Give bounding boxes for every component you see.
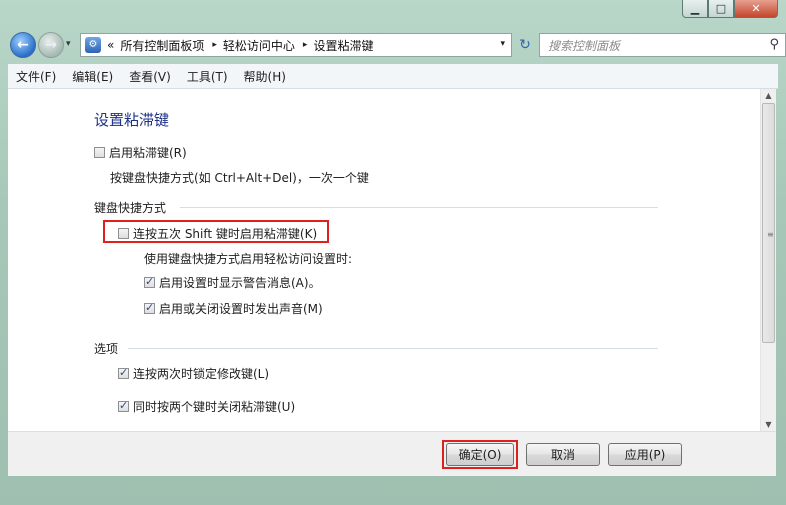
breadcrumb-separator-icon[interactable]: ▸ [212,40,217,50]
navigation-bar: ← → ▾ ⚙ « 所有控制面板项 ▸ 轻松访问中心 ▸ 设置粘滞键 ▾ ↻ ⚲ [8,30,786,60]
window-frame: ▁ □ ✕ ← → ▾ ⚙ « 所有控制面板项 ▸ 轻松访问中心 ▸ 设置粘滞键… [0,0,786,505]
show-warning-option[interactable]: 启用设置时显示警告消息(A)。 [144,274,321,291]
section-divider [128,348,658,349]
two-keys-label: 同时按两个键时关闭粘滞键(U) [133,400,296,414]
make-sound-checkbox[interactable] [144,301,155,314]
sticky-keys-description: 按键盘快捷方式(如 Ctrl+Alt+Del)，一次一个键 [110,171,369,185]
menu-edit[interactable]: 编辑(E) [72,68,113,85]
shortcut-settings-caption: 使用键盘快捷方式启用轻松访问设置时: [144,252,353,266]
make-sound-label: 启用或关闭设置时发出声音(M) [159,302,323,316]
menu-bar: 文件(F) 编辑(E) 查看(V) 工具(T) 帮助(H) [8,64,778,89]
search-icon[interactable]: ⚲ [769,37,779,52]
shift5-checkbox[interactable] [118,228,129,239]
address-dropdown-icon[interactable]: ▾ [500,39,505,49]
minimize-button[interactable]: ▁ [682,0,708,18]
control-panel-icon: ⚙ [85,37,101,53]
forward-arrow-icon: → [45,37,57,53]
show-warning-label: 启用设置时显示警告消息(A)。 [159,276,321,290]
maximize-button[interactable]: □ [708,0,734,18]
forward-button[interactable]: → [38,32,64,58]
search-input[interactable] [546,35,750,57]
ok-button[interactable]: 确定(O) [446,443,514,466]
scroll-up-icon[interactable]: ▲ [761,91,776,100]
shift5-option[interactable]: 连按五次 Shift 键时启用粘滞键(K) [118,225,317,242]
lock-modifier-checkbox[interactable] [118,366,129,379]
enable-sticky-keys-label: 启用粘滞键(R) [109,146,187,160]
menu-tools[interactable]: 工具(T) [187,68,228,85]
vertical-scrollbar[interactable]: ▲ ≡ ▼ [760,89,776,431]
breadcrumb-item-sticky-keys[interactable]: 设置粘滞键 [313,37,373,54]
enable-sticky-keys-checkbox[interactable] [94,147,105,158]
section-divider [180,207,658,208]
menu-view[interactable]: 查看(V) [129,68,171,85]
back-button[interactable]: ← [10,32,36,58]
recent-pages-dropdown-icon[interactable]: ▾ [66,39,71,49]
menu-help[interactable]: 帮助(H) [244,68,286,85]
back-arrow-icon: ← [17,37,29,53]
content-pane: 设置粘滞键 启用粘滞键(R) 按键盘快捷方式(如 Ctrl+Alt+Del)，一… [8,89,776,431]
shift5-label: 连按五次 Shift 键时启用粘滞键(K) [133,227,318,241]
button-bar: 确定(O) 取消 应用(P) [8,431,776,476]
maximize-icon: □ [715,2,727,15]
search-box[interactable]: ⚲ [539,33,786,57]
breadcrumb-item-ease-of-access[interactable]: 轻松访问中心 [223,37,295,54]
scrollbar-thumb[interactable]: ≡ [762,103,775,343]
section-keyboard-shortcut: 键盘快捷方式 [94,201,167,215]
breadcrumb-separator-icon[interactable]: ▸ [303,40,308,50]
refresh-icon[interactable]: ↻ [516,33,534,57]
section-options: 选项 [94,342,119,356]
page-title: 设置粘滞键 [94,111,170,129]
two-keys-option[interactable]: 同时按两个键时关闭粘滞键(U) [118,398,295,415]
close-button[interactable]: ✕ [734,0,778,18]
show-warning-checkbox[interactable] [144,275,155,288]
breadcrumb-item-all-control-panel[interactable]: 所有控制面板项 [120,37,204,54]
close-icon: ✕ [751,2,761,15]
apply-button[interactable]: 应用(P) [608,443,682,466]
address-bar[interactable]: ⚙ « 所有控制面板项 ▸ 轻松访问中心 ▸ 设置粘滞键 ▾ [80,33,512,57]
make-sound-option[interactable]: 启用或关闭设置时发出声音(M) [144,300,323,317]
scroll-down-icon[interactable]: ▼ [761,420,776,429]
cancel-button[interactable]: 取消 [526,443,600,466]
lock-modifier-label: 连按两次时锁定修改键(L) [133,367,270,381]
window-controls: ▁ □ ✕ [682,0,778,20]
enable-sticky-keys-option[interactable]: 启用粘滞键(R) [94,144,187,161]
breadcrumb-overflow[interactable]: « [107,38,114,52]
grip-icon: ≡ [767,230,774,239]
minimize-icon: ▁ [690,2,700,15]
menu-file[interactable]: 文件(F) [16,68,56,85]
lock-modifier-option[interactable]: 连按两次时锁定修改键(L) [118,365,269,382]
two-keys-checkbox[interactable] [118,399,129,412]
